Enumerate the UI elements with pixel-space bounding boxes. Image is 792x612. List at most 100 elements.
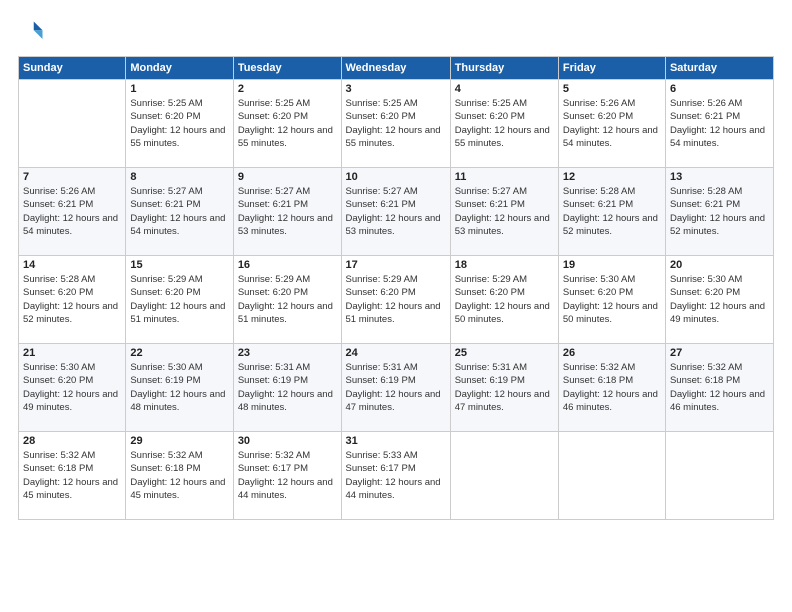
calendar-cell: 13 Sunrise: 5:28 AMSunset: 6:21 PMDayligh… (665, 168, 773, 256)
calendar-cell: 11 Sunrise: 5:27 AMSunset: 6:21 PMDayligh… (450, 168, 558, 256)
day-info: Sunrise: 5:31 AMSunset: 6:19 PMDaylight:… (455, 361, 554, 414)
day-number: 23 (238, 347, 337, 359)
day-number: 18 (455, 259, 554, 271)
calendar-cell: 14 Sunrise: 5:28 AMSunset: 6:20 PMDayligh… (19, 256, 126, 344)
week-row-2: 7Sunrise: 5:26 AMSunset: 6:21 PMDaylight… (19, 168, 774, 256)
calendar-cell (19, 80, 126, 168)
day-info: Sunrise: 5:32 AMSunset: 6:17 PMDaylight:… (238, 449, 337, 502)
day-info: Sunrise: 5:27 AMSunset: 6:21 PMDaylight:… (455, 185, 554, 238)
calendar-cell: 9 Sunrise: 5:27 AMSunset: 6:21 PMDaylight… (233, 168, 341, 256)
calendar-table: SundayMondayTuesdayWednesdayThursdayFrid… (18, 56, 774, 520)
day-number: 29 (130, 435, 228, 447)
calendar-cell: 6 Sunrise: 5:26 AMSunset: 6:21 PMDaylight… (665, 80, 773, 168)
calendar-cell: 21 Sunrise: 5:30 AMSunset: 6:20 PMDayligh… (19, 344, 126, 432)
day-info: Sunrise: 5:27 AMSunset: 6:21 PMDaylight:… (238, 185, 337, 238)
logo-icon (18, 18, 46, 46)
day-info: Sunrise: 5:31 AMSunset: 6:19 PMDaylight:… (346, 361, 446, 414)
day-info: Sunrise: 5:30 AMSunset: 6:20 PMDaylight:… (23, 361, 121, 414)
day-info: Sunrise: 5:25 AMSunset: 6:20 PMDaylight:… (238, 97, 337, 150)
calendar-cell: 15 Sunrise: 5:29 AMSunset: 6:20 PMDayligh… (126, 256, 233, 344)
calendar-cell: 19 Sunrise: 5:30 AMSunset: 6:20 PMDayligh… (558, 256, 665, 344)
day-info: Sunrise: 5:32 AMSunset: 6:18 PMDaylight:… (670, 361, 769, 414)
weekday-header-sunday: Sunday (19, 57, 126, 80)
week-row-4: 21 Sunrise: 5:30 AMSunset: 6:20 PMDayligh… (19, 344, 774, 432)
calendar-cell (558, 432, 665, 520)
day-number: 1 (130, 83, 228, 95)
day-number: 21 (23, 347, 121, 359)
day-info: Sunrise: 5:26 AMSunset: 6:21 PMDaylight:… (670, 97, 769, 150)
calendar-cell: 20 Sunrise: 5:30 AMSunset: 6:20 PMDayligh… (665, 256, 773, 344)
calendar-cell: 7Sunrise: 5:26 AMSunset: 6:21 PMDaylight… (19, 168, 126, 256)
day-number: 15 (130, 259, 228, 271)
calendar-cell (665, 432, 773, 520)
calendar-cell: 22 Sunrise: 5:30 AMSunset: 6:19 PMDayligh… (126, 344, 233, 432)
calendar-cell: 31 Sunrise: 5:33 AMSunset: 6:17 PMDayligh… (341, 432, 450, 520)
day-number: 7 (23, 171, 121, 183)
day-number: 28 (23, 435, 121, 447)
day-info: Sunrise: 5:29 AMSunset: 6:20 PMDaylight:… (238, 273, 337, 326)
day-info: Sunrise: 5:30 AMSunset: 6:20 PMDaylight:… (670, 273, 769, 326)
day-info: Sunrise: 5:30 AMSunset: 6:19 PMDaylight:… (130, 361, 228, 414)
day-info: Sunrise: 5:25 AMSunset: 6:20 PMDaylight:… (455, 97, 554, 150)
calendar-cell: 16 Sunrise: 5:29 AMSunset: 6:20 PMDayligh… (233, 256, 341, 344)
day-info: Sunrise: 5:32 AMSunset: 6:18 PMDaylight:… (130, 449, 228, 502)
day-number: 25 (455, 347, 554, 359)
day-info: Sunrise: 5:25 AMSunset: 6:20 PMDaylight:… (346, 97, 446, 150)
day-info: Sunrise: 5:31 AMSunset: 6:19 PMDaylight:… (238, 361, 337, 414)
calendar-cell: 2 Sunrise: 5:25 AMSunset: 6:20 PMDaylight… (233, 80, 341, 168)
day-number: 26 (563, 347, 661, 359)
day-info: Sunrise: 5:28 AMSunset: 6:21 PMDaylight:… (670, 185, 769, 238)
day-number: 19 (563, 259, 661, 271)
day-info: Sunrise: 5:29 AMSunset: 6:20 PMDaylight:… (346, 273, 446, 326)
day-info: Sunrise: 5:29 AMSunset: 6:20 PMDaylight:… (130, 273, 228, 326)
day-info: Sunrise: 5:27 AMSunset: 6:21 PMDaylight:… (346, 185, 446, 238)
day-number: 9 (238, 171, 337, 183)
calendar-cell (450, 432, 558, 520)
day-number: 16 (238, 259, 337, 271)
day-number: 3 (346, 83, 446, 95)
calendar-cell: 27Sunrise: 5:32 AMSunset: 6:18 PMDayligh… (665, 344, 773, 432)
calendar-cell: 3 Sunrise: 5:25 AMSunset: 6:20 PMDaylight… (341, 80, 450, 168)
week-row-3: 14 Sunrise: 5:28 AMSunset: 6:20 PMDayligh… (19, 256, 774, 344)
day-info: Sunrise: 5:33 AMSunset: 6:17 PMDaylight:… (346, 449, 446, 502)
calendar-cell: 4 Sunrise: 5:25 AMSunset: 6:20 PMDaylight… (450, 80, 558, 168)
day-info: Sunrise: 5:27 AMSunset: 6:21 PMDaylight:… (130, 185, 228, 238)
logo (18, 18, 50, 46)
calendar-cell: 24Sunrise: 5:31 AMSunset: 6:19 PMDayligh… (341, 344, 450, 432)
weekday-header-thursday: Thursday (450, 57, 558, 80)
day-number: 31 (346, 435, 446, 447)
week-row-5: 28 Sunrise: 5:32 AMSunset: 6:18 PMDayligh… (19, 432, 774, 520)
weekday-header-wednesday: Wednesday (341, 57, 450, 80)
calendar-cell: 17Sunrise: 5:29 AMSunset: 6:20 PMDayligh… (341, 256, 450, 344)
day-info: Sunrise: 5:25 AMSunset: 6:20 PMDaylight:… (130, 97, 228, 150)
weekday-header-row: SundayMondayTuesdayWednesdayThursdayFrid… (19, 57, 774, 80)
day-number: 4 (455, 83, 554, 95)
day-info: Sunrise: 5:28 AMSunset: 6:20 PMDaylight:… (23, 273, 121, 326)
day-info: Sunrise: 5:32 AMSunset: 6:18 PMDaylight:… (23, 449, 121, 502)
calendar-cell: 30Sunrise: 5:32 AMSunset: 6:17 PMDayligh… (233, 432, 341, 520)
weekday-header-monday: Monday (126, 57, 233, 80)
weekday-header-tuesday: Tuesday (233, 57, 341, 80)
day-number: 13 (670, 171, 769, 183)
day-info: Sunrise: 5:30 AMSunset: 6:20 PMDaylight:… (563, 273, 661, 326)
day-number: 10 (346, 171, 446, 183)
calendar-cell: 10 Sunrise: 5:27 AMSunset: 6:21 PMDayligh… (341, 168, 450, 256)
day-number: 11 (455, 171, 554, 183)
day-number: 8 (130, 171, 228, 183)
day-info: Sunrise: 5:32 AMSunset: 6:18 PMDaylight:… (563, 361, 661, 414)
header (18, 18, 774, 46)
day-number: 5 (563, 83, 661, 95)
calendar-cell: 29 Sunrise: 5:32 AMSunset: 6:18 PMDayligh… (126, 432, 233, 520)
day-number: 20 (670, 259, 769, 271)
day-number: 12 (563, 171, 661, 183)
calendar-cell: 1 Sunrise: 5:25 AMSunset: 6:20 PMDaylight… (126, 80, 233, 168)
day-number: 14 (23, 259, 121, 271)
weekday-header-friday: Friday (558, 57, 665, 80)
day-number: 6 (670, 83, 769, 95)
day-number: 2 (238, 83, 337, 95)
calendar-cell: 28 Sunrise: 5:32 AMSunset: 6:18 PMDayligh… (19, 432, 126, 520)
day-info: Sunrise: 5:26 AMSunset: 6:20 PMDaylight:… (563, 97, 661, 150)
day-info: Sunrise: 5:29 AMSunset: 6:20 PMDaylight:… (455, 273, 554, 326)
day-number: 22 (130, 347, 228, 359)
calendar-cell: 18 Sunrise: 5:29 AMSunset: 6:20 PMDayligh… (450, 256, 558, 344)
